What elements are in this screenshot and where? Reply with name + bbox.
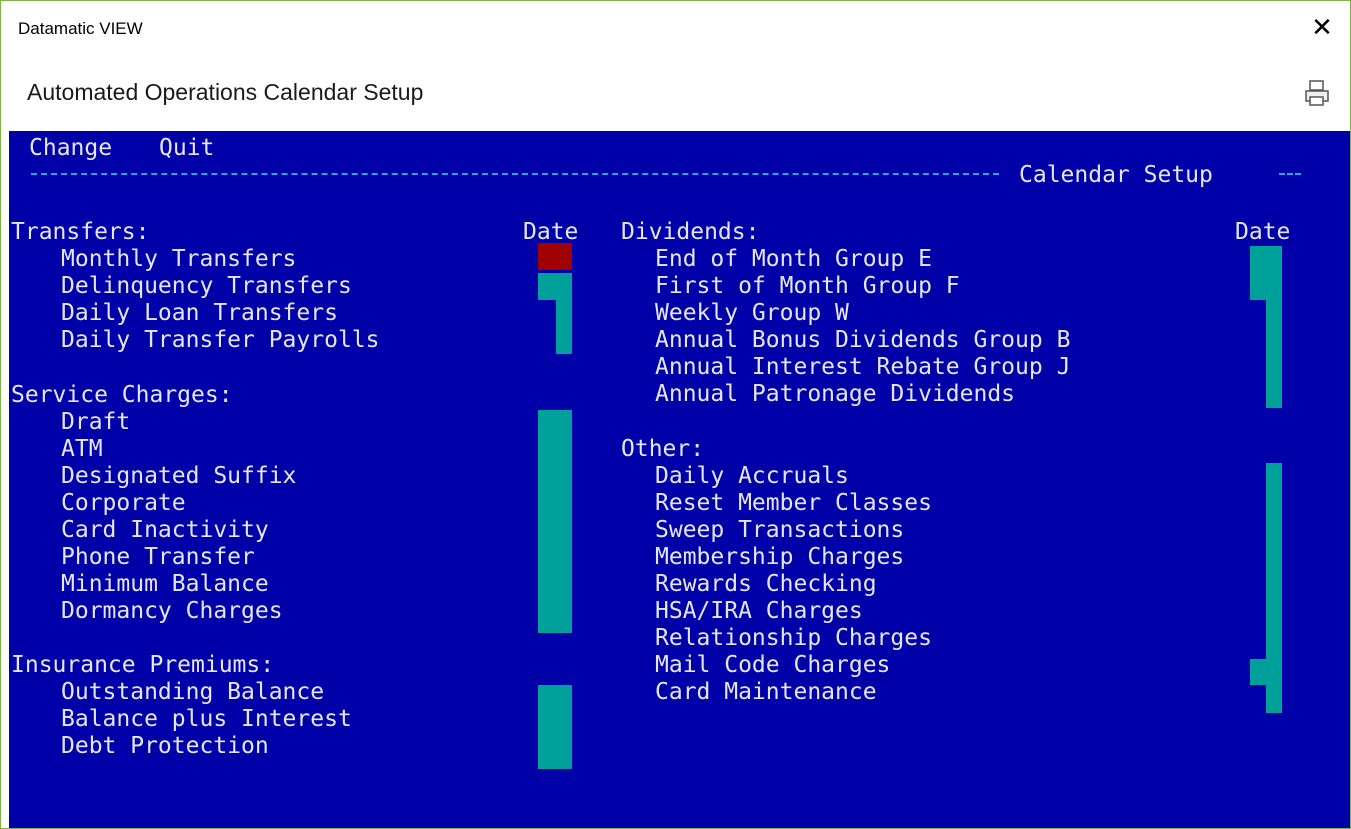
list-item: Monthly Transfers bbox=[61, 246, 297, 272]
date-field-other[interactable] bbox=[1266, 463, 1282, 659]
dividends-heading: Dividends: bbox=[621, 219, 760, 245]
date-field-monthly-transfers[interactable] bbox=[538, 243, 572, 270]
list-item: Phone Transfer bbox=[61, 544, 255, 570]
list-item: Minimum Balance bbox=[61, 571, 269, 597]
list-item: Daily Transfer Payrolls bbox=[61, 327, 380, 353]
list-item: Annual Bonus Dividends Group B bbox=[655, 327, 1071, 353]
list-item: Designated Suffix bbox=[61, 463, 297, 489]
list-item: Card Maintenance bbox=[655, 679, 877, 705]
date-field-daily-loan-transfers[interactable] bbox=[556, 300, 572, 354]
screen-title: Calendar Setup bbox=[1019, 162, 1213, 188]
date-header-left: Date bbox=[523, 219, 579, 245]
page-title: Automated Operations Calendar Setup bbox=[27, 79, 424, 105]
list-item: Dormancy Charges bbox=[61, 598, 283, 624]
list-item: Annual Interest Rebate Group J bbox=[655, 354, 1071, 380]
list-item: First of Month Group F bbox=[655, 273, 960, 299]
divider-rule bbox=[31, 173, 999, 175]
list-item: Relationship Charges bbox=[655, 625, 932, 651]
date-field-dividends-monthly[interactable] bbox=[1250, 246, 1282, 300]
list-item: HSA/IRA Charges bbox=[655, 598, 863, 624]
list-item: Draft bbox=[61, 409, 131, 435]
transfers-heading: Transfers: bbox=[11, 219, 150, 245]
list-item: Annual Patronage Dividends bbox=[655, 381, 1016, 407]
list-item: Sweep Transactions bbox=[655, 517, 905, 543]
menu-change[interactable]: Change bbox=[29, 135, 112, 162]
list-item: Debt Protection bbox=[61, 733, 269, 759]
list-item: Reset Member Classes bbox=[655, 490, 932, 516]
date-field-insurance-premiums[interactable] bbox=[538, 685, 572, 769]
list-item: Mail Code Charges bbox=[655, 652, 891, 678]
insurance-heading: Insurance Premiums: bbox=[11, 652, 275, 678]
date-header-right: Date bbox=[1235, 219, 1291, 245]
menu-quit[interactable]: Quit bbox=[159, 135, 214, 162]
app-title: Datamatic VIEW bbox=[18, 19, 143, 38]
printer-icon[interactable] bbox=[1302, 79, 1332, 107]
list-item: Membership Charges bbox=[655, 544, 905, 570]
date-field-service-charges[interactable] bbox=[538, 410, 572, 633]
list-item: End of Month Group E bbox=[655, 246, 932, 272]
date-field-delinquency-transfers[interactable] bbox=[538, 273, 572, 300]
terminal-screen: Change Quit Calendar Setup Transfers: Da… bbox=[9, 131, 1350, 828]
date-field-card-maintenance[interactable] bbox=[1266, 685, 1282, 713]
list-item: Delinquency Transfers bbox=[61, 273, 352, 299]
date-field-mail-code-charges[interactable] bbox=[1250, 659, 1282, 685]
close-icon[interactable]: ✕ bbox=[1308, 13, 1336, 41]
list-item: Daily Accruals bbox=[655, 463, 849, 489]
list-item: Rewards Checking bbox=[655, 571, 877, 597]
divider-rule-end bbox=[1279, 173, 1301, 175]
list-item: ATM bbox=[61, 436, 103, 462]
list-item: Daily Loan Transfers bbox=[61, 300, 338, 326]
title-bar: Datamatic VIEW ✕ bbox=[1, 1, 1350, 61]
other-heading: Other: bbox=[621, 436, 705, 462]
list-item: Card Inactivity bbox=[61, 517, 269, 543]
service-charges-heading: Service Charges: bbox=[11, 382, 233, 408]
list-item: Corporate bbox=[61, 490, 186, 516]
date-field-dividends-annual[interactable] bbox=[1266, 300, 1282, 408]
list-item: Outstanding Balance bbox=[61, 679, 325, 705]
list-item: Balance plus Interest bbox=[61, 706, 352, 732]
list-item: Weekly Group W bbox=[655, 300, 849, 326]
app-window: Datamatic VIEW ✕ Automated Operations Ca… bbox=[0, 0, 1351, 829]
